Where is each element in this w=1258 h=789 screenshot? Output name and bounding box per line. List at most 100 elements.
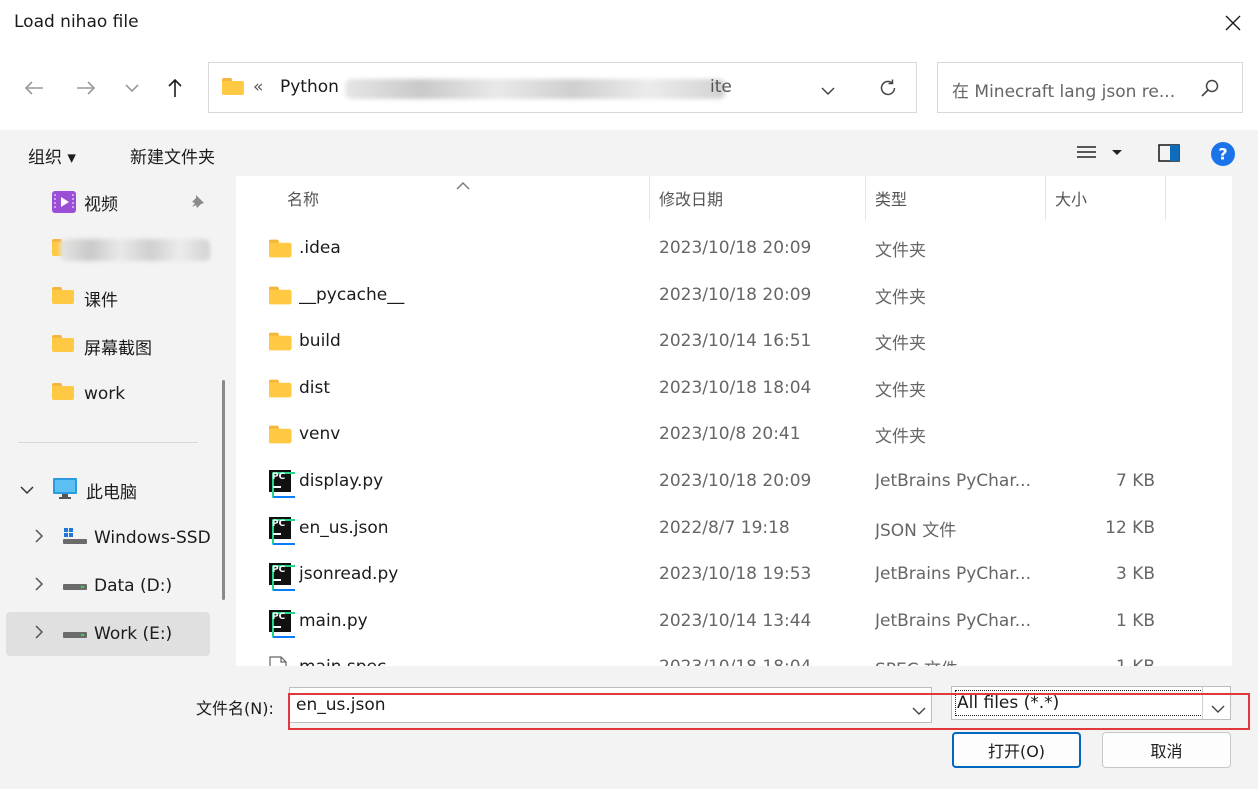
preview-pane-button[interactable] xyxy=(1158,143,1180,168)
recent-locations-button[interactable] xyxy=(114,70,150,106)
cell-size: 1 KB xyxy=(1115,611,1155,631)
cell-name: en_us.json xyxy=(299,518,389,538)
cell-date: 2023/10/8 20:41 xyxy=(659,424,801,444)
preview-pane-icon xyxy=(1158,144,1180,162)
folder-icon xyxy=(269,318,295,364)
cell-size xyxy=(1055,365,1155,411)
refresh-button[interactable] xyxy=(878,78,898,103)
drive-icon xyxy=(62,574,88,599)
pycharm-file-icon: PC xyxy=(269,505,295,551)
search-placeholder: 在 Minecraft lang json re... xyxy=(952,82,1176,102)
path-segment[interactable]: Python xyxy=(280,77,339,97)
folder-icon xyxy=(52,383,74,405)
svg-text:?: ? xyxy=(1218,145,1227,164)
column-header-size[interactable]: 大小 xyxy=(1055,176,1087,220)
column-divider[interactable] xyxy=(1045,176,1046,220)
sidebar-item-windows-ssd[interactable]: Windows-SSD xyxy=(0,516,212,560)
sidebar-item-work-e[interactable]: Work (E:) xyxy=(6,612,210,656)
chevron-right-icon[interactable] xyxy=(34,528,44,548)
close-icon xyxy=(1225,15,1241,31)
organize-button[interactable]: 组织 ▾ xyxy=(28,143,76,168)
refresh-icon xyxy=(880,79,896,96)
title-bar: Load nihao file xyxy=(0,0,1258,46)
video-icon xyxy=(52,191,76,213)
table-row[interactable]: .idea 2023/10/18 20:09 文件夹 xyxy=(236,225,1232,271)
file-icon xyxy=(269,644,295,666)
cell-type: JetBrains PyChar... xyxy=(875,564,1031,584)
overflow-separator: « xyxy=(253,77,264,97)
help-button[interactable]: ? xyxy=(1210,141,1236,172)
computer-icon xyxy=(52,476,78,505)
sidebar-item-label: Data (D:) xyxy=(94,576,173,596)
cell-type: 文件夹 xyxy=(875,333,926,354)
open-button[interactable]: 打开(O) xyxy=(952,732,1081,768)
table-row[interactable]: PC display.py 2023/10/18 20:09 JetBrains Py… xyxy=(236,458,1232,504)
sidebar-item-data-d[interactable]: Data (D:) xyxy=(0,564,212,608)
column-divider[interactable] xyxy=(649,176,650,220)
cell-size xyxy=(1055,318,1155,364)
table-row[interactable]: __pycache__ 2023/10/18 20:09 文件夹 xyxy=(236,272,1232,318)
address-dropdown-button[interactable] xyxy=(821,81,835,101)
chevron-down-icon xyxy=(821,87,835,96)
sidebar-item-redacted[interactable] xyxy=(0,228,212,272)
chevron-down-icon[interactable] xyxy=(20,480,34,500)
close-button[interactable] xyxy=(1214,4,1252,42)
cell-type: 文件夹 xyxy=(875,240,926,261)
column-header-type[interactable]: 类型 xyxy=(875,176,907,220)
windows-drive-icon xyxy=(62,526,88,551)
sidebar-item-label: 视频 xyxy=(84,194,118,215)
new-folder-button[interactable]: 新建文件夹 xyxy=(130,143,215,168)
table-row[interactable]: build 2023/10/14 16:51 文件夹 xyxy=(236,318,1232,364)
search-box[interactable]: 在 Minecraft lang json re... xyxy=(937,62,1243,113)
cell-size: 7 KB xyxy=(1115,471,1155,491)
cell-name: __pycache__ xyxy=(299,285,405,305)
folder-icon xyxy=(52,287,74,309)
cell-size xyxy=(1055,272,1155,318)
table-row[interactable]: PC jsonread.py 2023/10/18 19:53 JetBrains P… xyxy=(236,551,1232,597)
sidebar-item-label: 课件 xyxy=(84,290,118,311)
sidebar-item-videos[interactable]: 视频 xyxy=(0,180,212,224)
arrow-up-icon xyxy=(168,78,182,97)
address-bar[interactable]: « Python ite xyxy=(208,62,917,113)
pycharm-file-icon: PC xyxy=(269,458,295,504)
list-view-icon xyxy=(1077,146,1122,158)
column-divider[interactable] xyxy=(865,176,866,220)
cell-date: 2023/10/18 18:04 xyxy=(659,644,859,666)
column-header-date[interactable]: 修改日期 xyxy=(659,176,723,220)
table-row[interactable]: PC main.py 2023/10/14 13:44 JetBrains PyCha… xyxy=(236,598,1232,644)
table-row[interactable]: dist 2023/10/18 18:04 文件夹 xyxy=(236,365,1232,411)
sidebar-item-courseware[interactable]: 课件 xyxy=(0,276,212,320)
arrow-left-icon xyxy=(24,81,43,95)
cell-date: 2023/10/18 20:09 xyxy=(659,285,812,305)
cell-type: 文件夹 xyxy=(875,287,926,308)
cell-size xyxy=(1055,225,1155,271)
window-title: Load nihao file xyxy=(14,12,139,32)
sidebar-item-work[interactable]: work xyxy=(0,372,212,416)
sidebar-item-this-pc[interactable]: 此电脑 xyxy=(0,468,212,512)
cell-size: 12 KB xyxy=(1105,518,1155,538)
table-row[interactable]: PC en_us.json 2022/8/7 19:18 JSON 文件 12 KB xyxy=(236,505,1232,551)
cancel-button[interactable]: 取消 xyxy=(1102,732,1231,768)
folder-icon xyxy=(269,365,295,411)
cell-type: 文件夹 xyxy=(875,380,926,401)
sidebar-scrollbar[interactable] xyxy=(222,380,225,600)
pycharm-file-icon: PC xyxy=(269,598,295,644)
back-button[interactable] xyxy=(16,70,52,106)
file-list: 名称 修改日期 类型 大小 .idea 2023/10/18 20:09 文件夹 __… xyxy=(236,176,1232,666)
up-button[interactable] xyxy=(157,70,193,106)
cell-name: main.py xyxy=(299,611,368,631)
redacted-path xyxy=(345,79,725,99)
cell-name: jsonread.py xyxy=(299,564,399,584)
sidebar-item-screenshots[interactable]: 屏幕截图 xyxy=(0,324,212,368)
chevron-down-icon xyxy=(125,84,139,93)
table-row[interactable]: main.spec 2023/10/18 18:04 SPEC 文件 1 KB xyxy=(236,644,1232,666)
navigation-pane: 视频 课件 屏幕截图 work 此电脑 Windows-SSD Data (D:… xyxy=(0,176,230,668)
forward-button[interactable] xyxy=(68,70,104,106)
table-row[interactable]: venv 2023/10/8 20:41 文件夹 xyxy=(236,411,1232,457)
column-divider[interactable] xyxy=(1165,176,1166,220)
column-header-name[interactable]: 名称 xyxy=(287,176,319,220)
chevron-right-icon[interactable] xyxy=(34,624,44,644)
view-options-button[interactable] xyxy=(1076,145,1124,166)
folder-icon xyxy=(269,411,295,457)
chevron-right-icon[interactable] xyxy=(34,576,44,596)
